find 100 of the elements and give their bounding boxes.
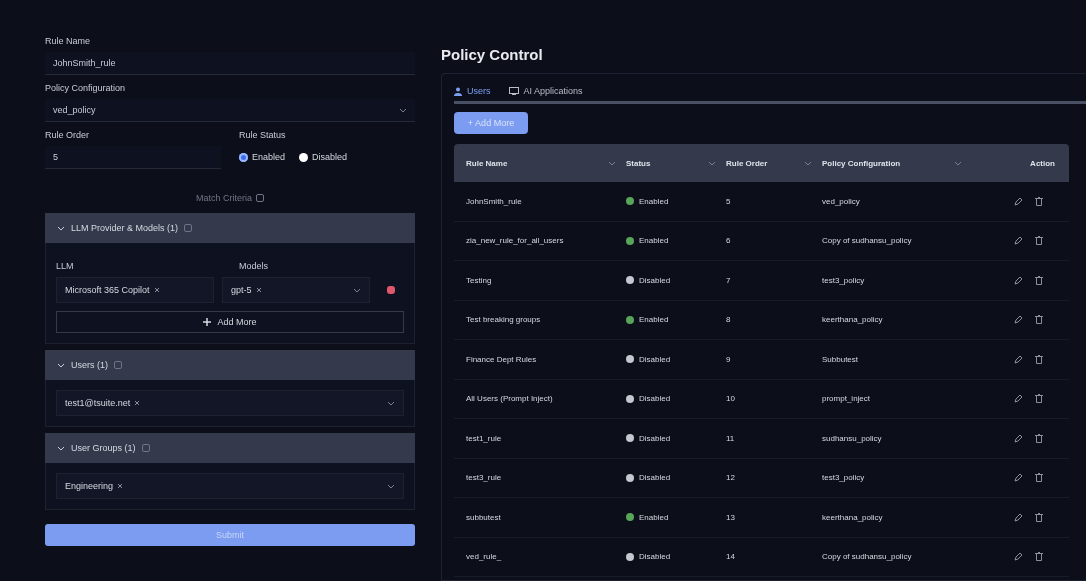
status-radio[interactable]: Disabled xyxy=(299,152,348,162)
table-cell-text: Subbutest xyxy=(822,354,860,364)
status-text: Disabled xyxy=(639,394,671,404)
policy-select[interactable]: ved_policy xyxy=(45,99,415,122)
plus-icon xyxy=(203,318,212,326)
section-header[interactable]: Users (1) xyxy=(45,350,415,380)
sort-icon xyxy=(954,159,962,167)
edit-icon[interactable] xyxy=(1014,275,1023,285)
table-cell-text: ved_rule_ xyxy=(466,552,503,562)
table-cell-text: keerthana_policy xyxy=(822,315,884,325)
edit-icon[interactable] xyxy=(1014,354,1023,364)
models-select[interactable]: gpt-5 xyxy=(222,277,370,303)
table-cell-text: 10 xyxy=(726,394,736,404)
table-cell-text: Test breaking groups xyxy=(466,315,542,325)
multi-select[interactable]: Engineering xyxy=(56,473,404,499)
edit-icon[interactable] xyxy=(1014,394,1023,404)
table-cell-text: keerthana_policy xyxy=(822,512,884,522)
status-text: Disabled xyxy=(639,473,671,483)
trash-icon[interactable] xyxy=(1035,315,1043,325)
trash-icon[interactable] xyxy=(1035,196,1043,206)
table-cell-text: test1_rule xyxy=(466,433,503,443)
table-cell-text: test3_policy xyxy=(822,275,866,285)
table-cell-text: Testing xyxy=(466,275,493,285)
status-text: Enabled xyxy=(639,236,669,246)
trash-icon[interactable] xyxy=(1035,512,1043,522)
status-text: Disabled xyxy=(639,354,671,364)
table-cell-text: subbutest xyxy=(466,512,502,522)
table-cell-text: Copy of sudhansu_policy xyxy=(822,236,913,246)
section-title: Match Criteria xyxy=(196,193,252,203)
trash-icon[interactable] xyxy=(1035,275,1043,285)
edit-icon[interactable] xyxy=(1014,512,1023,522)
edit-icon[interactable] xyxy=(1014,196,1023,206)
remove-icon[interactable] xyxy=(153,287,160,293)
table-cell-text: prompt_inject xyxy=(822,394,872,404)
remove-icon[interactable] xyxy=(255,287,262,293)
column-header[interactable]: Rule Order xyxy=(726,158,768,168)
tab[interactable]: Users xyxy=(454,86,491,96)
table-cell-text: 6 xyxy=(726,236,732,246)
remove-icon[interactable] xyxy=(117,483,124,489)
table-cell-text: test3_policy xyxy=(822,473,866,483)
chevron-down-icon xyxy=(353,286,361,294)
table-cell-text: sudhansu_policy xyxy=(822,433,883,443)
status-text: Disabled xyxy=(639,433,671,443)
rule-order-field[interactable]: 5 xyxy=(45,146,221,169)
trash-icon[interactable] xyxy=(1035,552,1043,562)
field-label: Rule Status xyxy=(239,130,287,140)
trash-icon[interactable] xyxy=(1035,433,1043,443)
multi-select[interactable]: test1@tsuite.net xyxy=(56,390,404,416)
trash-icon[interactable] xyxy=(1035,394,1043,404)
delete-icon[interactable] xyxy=(386,285,396,295)
remove-icon[interactable] xyxy=(134,400,141,406)
edit-icon[interactable] xyxy=(1014,473,1023,483)
monitor-icon xyxy=(508,87,519,95)
table-cell-text: test3_rule xyxy=(466,473,503,483)
section-header[interactable]: User Groups (1) xyxy=(45,433,415,463)
field-label: Policy Configuration xyxy=(45,83,127,93)
field-label: Rule Name xyxy=(45,36,92,46)
edit-icon[interactable] xyxy=(1014,433,1023,443)
field-label: Rule Order xyxy=(45,130,90,140)
column-header[interactable]: Rule Name xyxy=(466,158,508,168)
table-cell-text: 14 xyxy=(726,552,736,562)
edit-icon[interactable] xyxy=(1014,552,1023,562)
status-text: Enabled xyxy=(639,512,669,522)
chevron-down-icon xyxy=(57,361,65,369)
table-cell-text: 8 xyxy=(726,315,732,325)
table-cell-text: 12 xyxy=(726,473,736,483)
edit-icon[interactable] xyxy=(1014,236,1023,246)
chip-text: test1@tsuite.net xyxy=(65,398,131,408)
section-header[interactable]: LLM Provider & Models (1) xyxy=(45,213,415,243)
table-cell-text: zia_new_rule_for_all_users xyxy=(466,236,565,246)
table-cell-text: 11 xyxy=(726,433,736,443)
status-text: Enabled xyxy=(639,315,669,325)
field-label: Models xyxy=(239,261,269,271)
status-text: Enabled xyxy=(639,196,669,206)
sort-icon xyxy=(608,159,616,167)
table-cell-text: 13 xyxy=(726,512,736,522)
chip-text: Microsoft 365 Copilot xyxy=(65,285,150,295)
add-more-button[interactable]: Add More xyxy=(56,311,404,333)
column-header[interactable]: Action xyxy=(1030,158,1055,168)
column-header[interactable]: Policy Configuration xyxy=(822,158,901,168)
chip-text: gpt-5 xyxy=(231,285,252,295)
status-text: Disabled xyxy=(639,275,671,285)
llm-select[interactable]: Microsoft 365 Copilot xyxy=(56,277,214,303)
chevron-down-icon xyxy=(387,482,395,490)
chevron-down-icon xyxy=(57,224,65,232)
table-cell-text: 9 xyxy=(726,354,732,364)
chevron-down-icon xyxy=(399,106,407,114)
rule-name-field[interactable]: JohnSmith_rule xyxy=(45,52,415,75)
trash-icon[interactable] xyxy=(1035,354,1043,364)
edit-icon[interactable] xyxy=(1014,315,1023,325)
tab[interactable]: AI Applications xyxy=(508,86,583,96)
trash-icon[interactable] xyxy=(1035,236,1043,246)
trash-icon[interactable] xyxy=(1035,473,1043,483)
status-radio[interactable]: Enabled xyxy=(239,152,286,162)
sort-icon xyxy=(804,159,812,167)
column-header[interactable]: Status xyxy=(626,158,651,168)
table-cell-text: Copy of sudhansu_policy xyxy=(822,552,913,562)
chevron-down-icon xyxy=(57,444,65,452)
table-cell-text: 7 xyxy=(726,275,732,285)
table-cell-text: Finance Dept Rules xyxy=(466,354,538,364)
